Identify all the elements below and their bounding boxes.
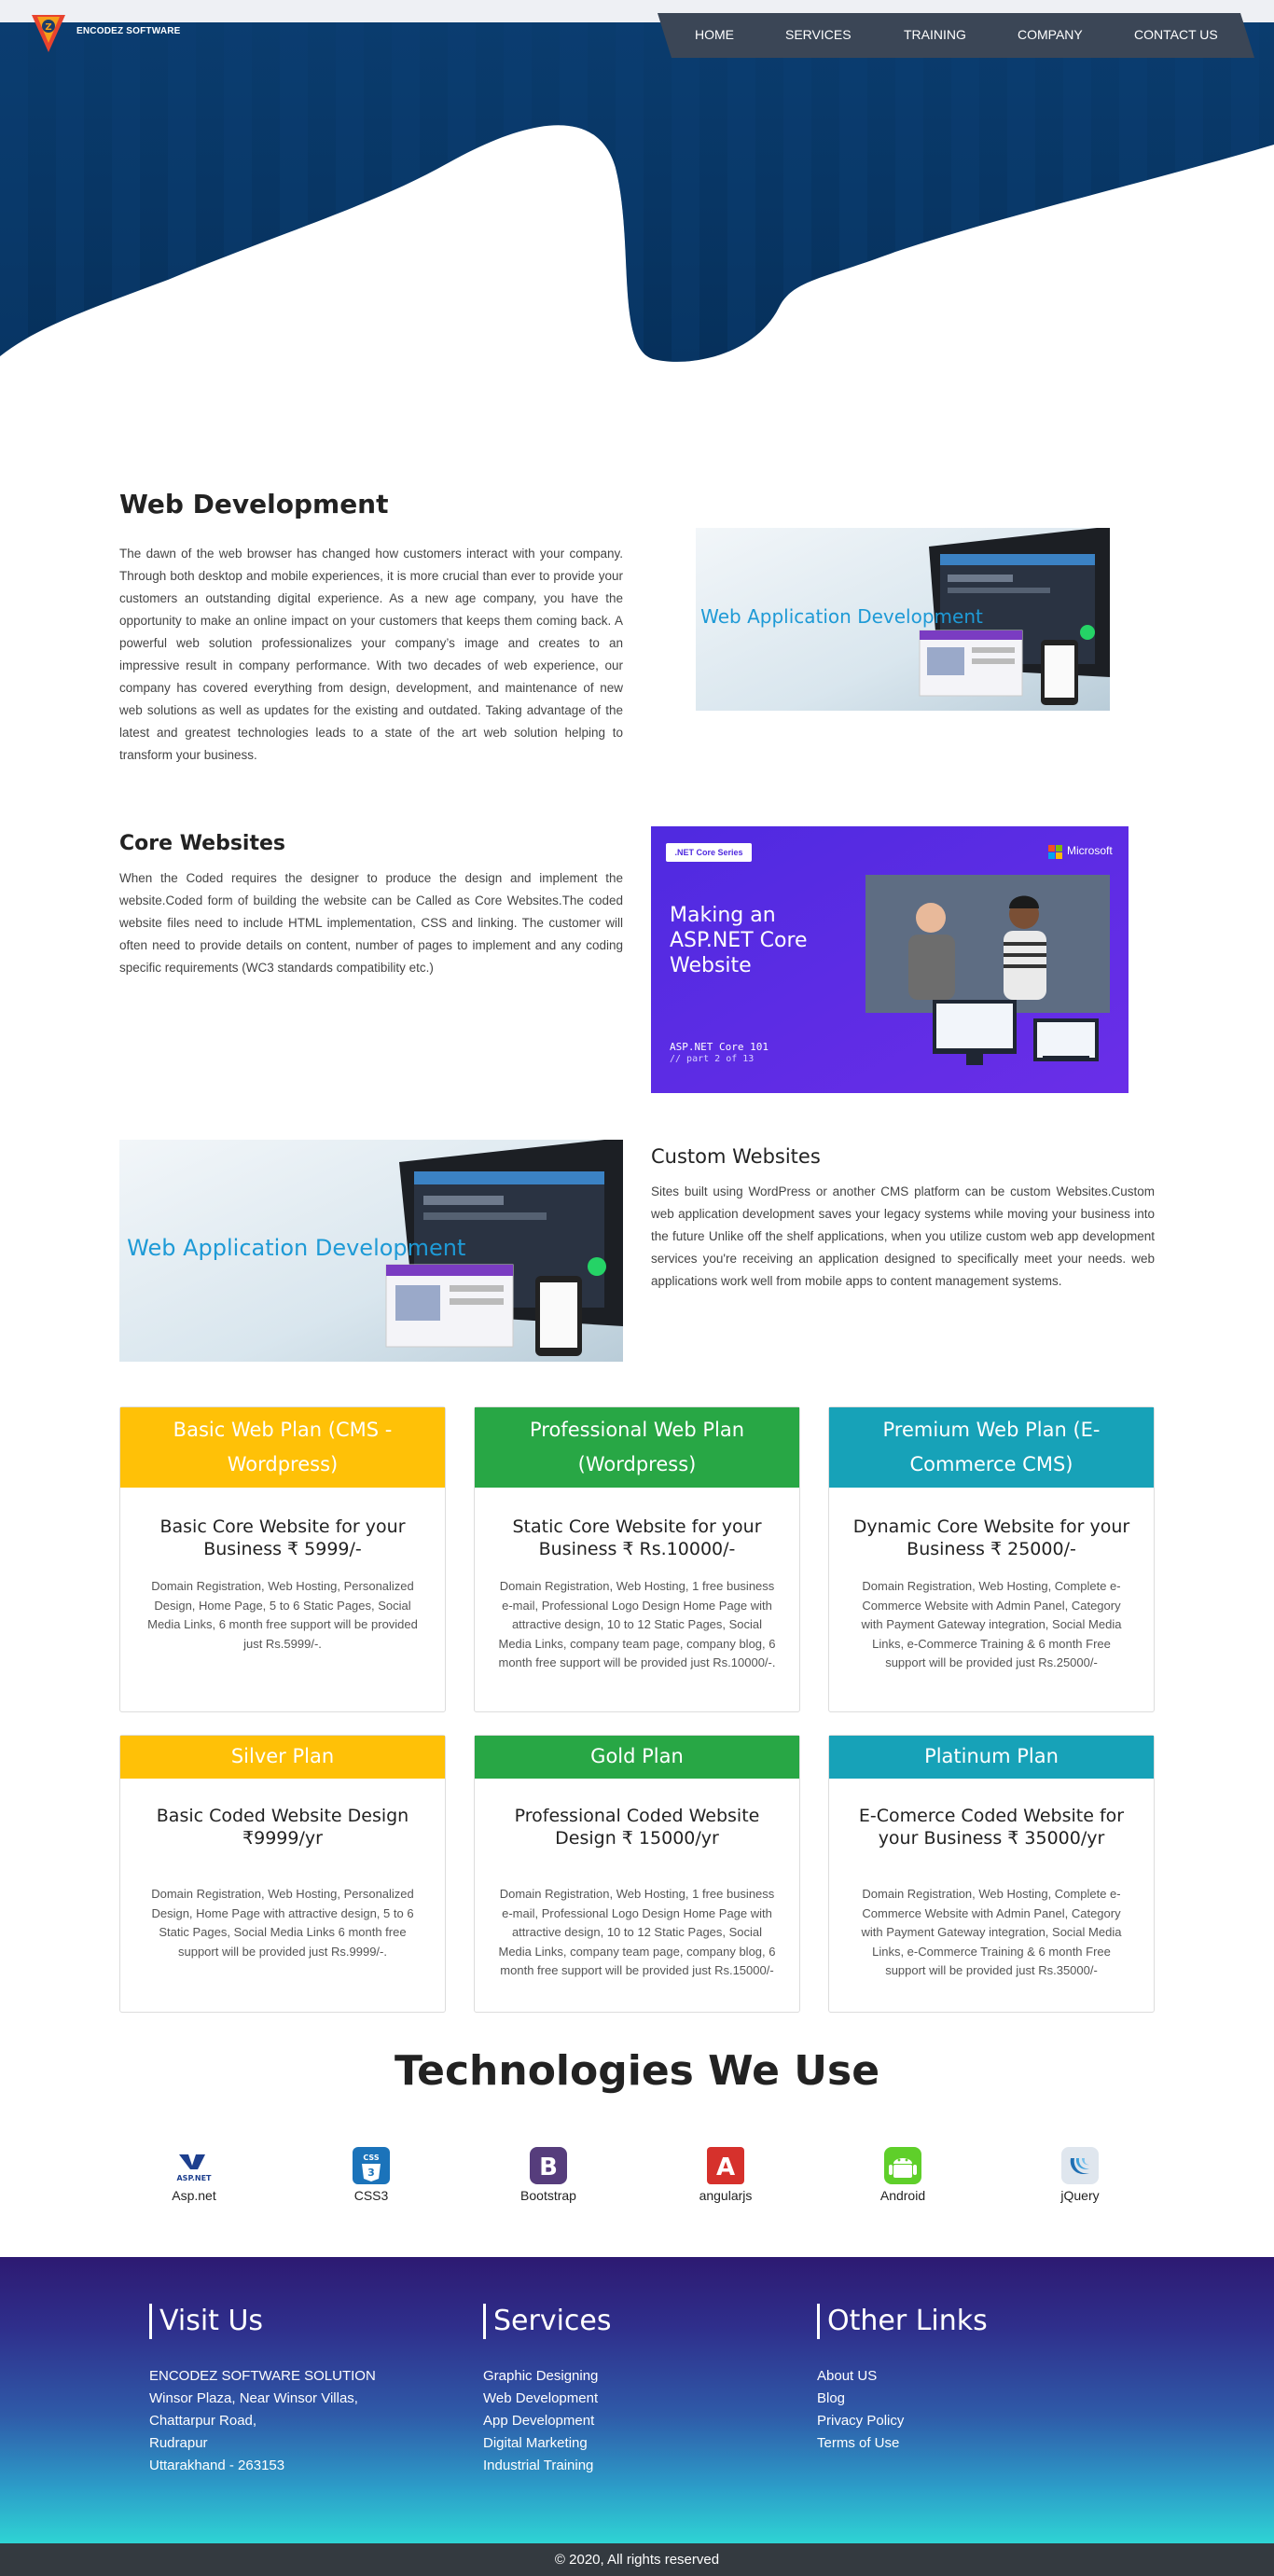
tech-angularjs: A angularjs — [670, 2145, 782, 2203]
custom-web-app-image: Custom Web Application Development — [119, 1140, 623, 1362]
footer-other-links: Other Links About US Blog Privacy Policy… — [817, 2304, 1097, 2455]
plan-title: Basic Core Website for your Business ₹ 5… — [159, 1517, 406, 1559]
plan-description: Domain Registration, Web Hosting, 1 free… — [498, 1579, 776, 1669]
brand-logo[interactable]: Z — [28, 11, 69, 56]
footer-link-graphic-designing[interactable]: Graphic Designing — [483, 2365, 763, 2388]
plan-header: Platinum Plan — [829, 1736, 1154, 1779]
plan-header: Gold Plan — [475, 1736, 799, 1779]
web-app-caption: Custom Web Application Development — [696, 605, 983, 628]
plan-header: Basic Web Plan (CMS - Wordpress) — [120, 1407, 445, 1488]
core-body: When the Coded requires the designer to … — [119, 871, 623, 975]
aspnet-icon: ASP.NET — [173, 2145, 215, 2186]
series-badge: .NET Core Series — [674, 848, 743, 857]
address-line: Chattarpur Road, — [149, 2413, 257, 2429]
plan-card-premium-web: Premium Web Plan (E-Commerce CMS) Dynami… — [828, 1406, 1155, 1712]
plan-title: Dynamic Core Website for your Business ₹… — [852, 1517, 1130, 1559]
svg-text:A: A — [716, 2154, 735, 2181]
plan-card-professional-web: Professional Web Plan (Wordpress) Static… — [474, 1406, 800, 1712]
tech-label: CSS3 — [353, 2188, 389, 2203]
nav-training[interactable]: TRAINING — [904, 27, 966, 42]
core-title: Core Websites — [119, 832, 286, 855]
tech-label: Bootstrap — [520, 2188, 576, 2203]
tech-label: Asp.net — [172, 2188, 216, 2203]
tech-css3: CSS 3 CSS3 — [315, 2145, 427, 2203]
svg-text:ASP.NET: ASP.NET — [176, 2174, 212, 2182]
bootstrap-icon: B — [528, 2145, 569, 2186]
plan-title: Basic Coded Website Design ₹9999/yr — [156, 1806, 409, 1849]
nav-home[interactable]: HOME — [695, 27, 734, 42]
video-subtitle: ASP.NET Core 101 — [670, 1041, 769, 1053]
plan-header: Premium Web Plan (E-Commerce CMS) — [829, 1407, 1154, 1488]
plan-title: E-Comerce Coded Website for your Busines… — [858, 1806, 1125, 1849]
brand-name: ENCODEZ SOFTWARE — [76, 26, 181, 36]
nav-services[interactable]: SERVICES — [785, 27, 852, 42]
android-icon — [882, 2145, 923, 2186]
plan-description: Domain Registration, Web Hosting, 1 free… — [498, 1887, 776, 1977]
jquery-icon — [1059, 2145, 1101, 2186]
footer-link-privacy-policy[interactable]: Privacy Policy — [817, 2410, 1097, 2432]
web-dev-title: Web Development — [119, 489, 389, 519]
svg-text:CSS: CSS — [363, 2154, 379, 2162]
footer-link-web-development[interactable]: Web Development — [483, 2388, 763, 2410]
footer-link-industrial-training[interactable]: Industrial Training — [483, 2455, 763, 2477]
address-line: ENCODEZ SOFTWARE SOLUTION — [149, 2368, 376, 2384]
tech-label: angularjs — [699, 2188, 753, 2203]
address-line: Winsor Plaza, Near Winsor Villas, — [149, 2390, 358, 2406]
plan-card-gold: Gold Plan Professional Coded Website Des… — [474, 1735, 800, 2013]
aspnet-core-video-thumbnail[interactable]: .NET Core Series Microsoft Making an ASP… — [651, 826, 1129, 1093]
footer-visit-us: Visit Us ENCODEZ SOFTWARE SOLUTION Winso… — [149, 2304, 429, 2477]
tech-aspnet: ASP.NET Asp.net — [138, 2145, 250, 2203]
technologies-title: Technologies We Use — [394, 2047, 880, 2095]
video-part: // part 2 of 13 — [670, 1054, 755, 1064]
plan-title: Professional Coded Website Design ₹ 1500… — [514, 1806, 760, 1849]
footer-link-blog[interactable]: Blog — [817, 2388, 1097, 2410]
plan-title: Static Core Website for your Business ₹ … — [512, 1517, 762, 1559]
plan-header: Silver Plan — [120, 1736, 445, 1779]
footer-link-digital-marketing[interactable]: Digital Marketing — [483, 2432, 763, 2455]
footer-heading: Visit Us — [149, 2304, 429, 2339]
footer-link-terms-of-use[interactable]: Terms of Use — [817, 2432, 1097, 2455]
plan-card-platinum: Platinum Plan E-Comerce Coded Website fo… — [828, 1735, 1155, 2013]
plan-header: Professional Web Plan (Wordpress) — [475, 1407, 799, 1488]
plan-description: Domain Registration, Web Hosting, Person… — [151, 1887, 414, 1959]
video-heading: Making an ASP.NET Core Website — [670, 904, 808, 977]
plan-description: Domain Registration, Web Hosting, Comple… — [861, 1887, 1122, 1977]
css3-icon: CSS 3 — [351, 2145, 392, 2186]
nav-contact-us[interactable]: CONTACT US — [1134, 27, 1218, 42]
web-dev-body: The dawn of the web browser has changed … — [119, 547, 623, 762]
footer-services: Services Graphic Designing Web Developme… — [483, 2304, 763, 2477]
tech-bootstrap: B Bootstrap — [492, 2145, 604, 2203]
custom-title: Custom Websites — [651, 1145, 821, 1168]
tech-label: Android — [879, 2188, 926, 2203]
footer: Visit Us ENCODEZ SOFTWARE SOLUTION Winso… — [0, 2257, 1274, 2543]
svg-text:B: B — [539, 2154, 558, 2181]
svg-text:Custom Web Application Develop: Custom Web Application Development — [119, 1235, 465, 1261]
tech-label: jQuery — [1060, 2188, 1100, 2203]
tech-jquery: jQuery — [1024, 2145, 1136, 2203]
plan-description: Domain Registration, Web Hosting, Person… — [147, 1579, 418, 1651]
main-nav: HOME SERVICES TRAINING COMPANY CONTACT U… — [658, 13, 1254, 58]
address-line: Uttarakhand - 263153 — [149, 2458, 285, 2473]
svg-text:Z: Z — [45, 22, 51, 33]
plan-card-silver: Silver Plan Basic Coded Website Design ₹… — [119, 1735, 446, 2013]
footer-link-app-development[interactable]: App Development — [483, 2410, 763, 2432]
address-line: Rudrapur — [149, 2435, 208, 2451]
microsoft-brand: Microsoft — [1067, 844, 1113, 857]
nav-company[interactable]: COMPANY — [1018, 27, 1083, 42]
tech-android: Android — [847, 2145, 959, 2203]
custom-body: Sites built using WordPress or another C… — [651, 1184, 1155, 1288]
web-app-image: Custom Web Application Development — [696, 528, 1110, 711]
footer-link-about-us[interactable]: About US — [817, 2365, 1097, 2388]
footer-heading: Services — [483, 2304, 763, 2339]
plan-description: Domain Registration, Web Hosting, Comple… — [861, 1579, 1122, 1669]
plan-card-basic-web: Basic Web Plan (CMS - Wordpress) Basic C… — [119, 1406, 446, 1712]
copyright-bar: © 2020, All rights reserved — [0, 2543, 1274, 2576]
top-bar: Z ENCODEZ SOFTWARE HOME SERVICES TRAININ… — [0, 0, 1274, 58]
custom-image-caption: Custom Web Application Development — [119, 1235, 465, 1261]
svg-text:3: 3 — [367, 2167, 375, 2179]
footer-heading: Other Links — [817, 2304, 1097, 2339]
svg-text:Custom Web Application Develop: Custom Web Application Development — [696, 605, 983, 628]
angular-icon: A — [705, 2145, 746, 2186]
